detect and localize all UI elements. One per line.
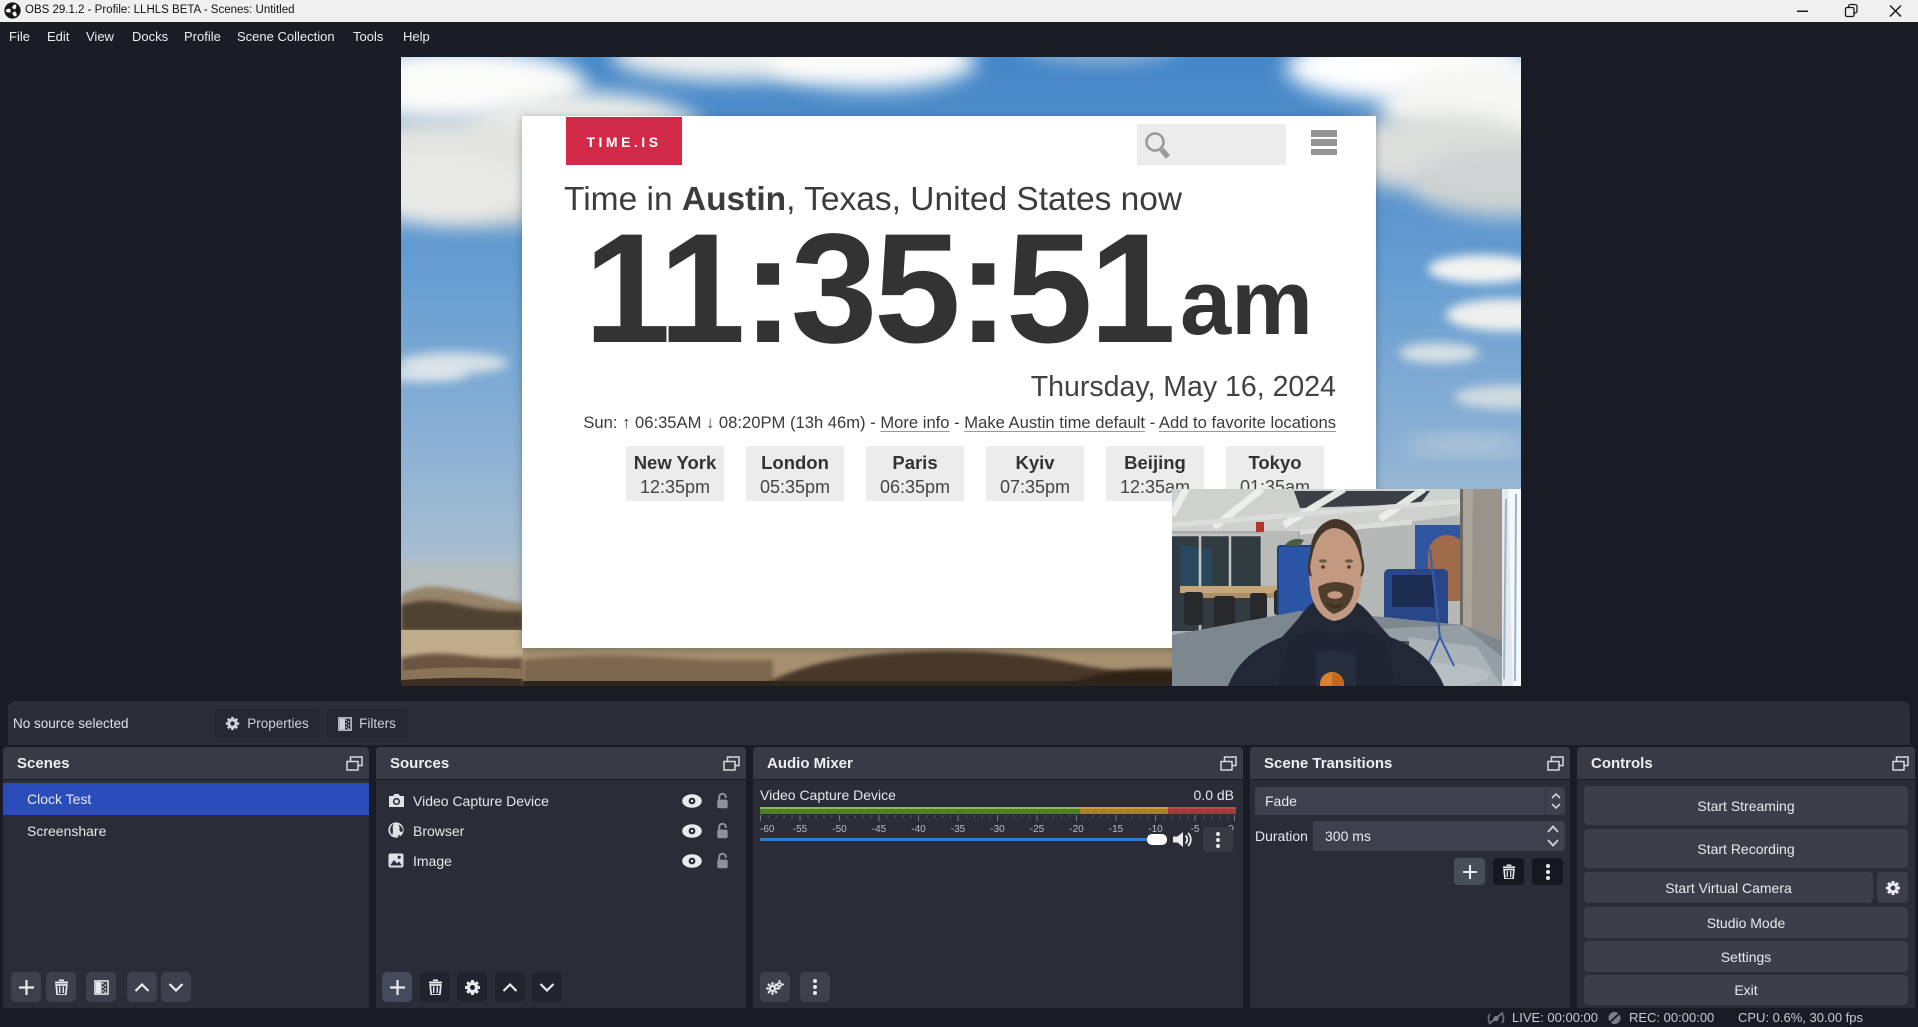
svg-text:-60: -60 — [760, 824, 775, 835]
svg-text:-15: -15 — [1109, 824, 1124, 835]
svg-text:-40: -40 — [911, 824, 926, 835]
svg-text:-55: -55 — [793, 824, 808, 835]
svg-text:-50: -50 — [832, 824, 847, 835]
svg-text:-45: -45 — [872, 824, 887, 835]
svg-text:-35: -35 — [951, 824, 966, 835]
svg-text:-30: -30 — [990, 824, 1005, 835]
svg-text:-20: -20 — [1069, 824, 1084, 835]
svg-text:-25: -25 — [1030, 824, 1045, 835]
